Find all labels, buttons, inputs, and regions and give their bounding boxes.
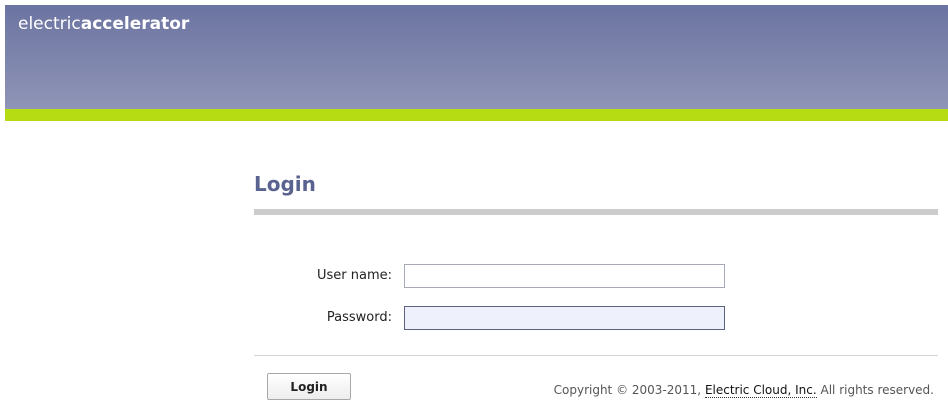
username-input[interactable] xyxy=(404,264,725,288)
login-button[interactable]: Login xyxy=(267,373,351,400)
password-input[interactable] xyxy=(404,306,725,330)
login-page: electricaccelerator Login User name: Pas… xyxy=(0,0,948,400)
copyright-suffix: All rights reserved. xyxy=(816,383,935,397)
brand-logo-light: electric xyxy=(18,14,81,34)
brand-logo: electricaccelerator xyxy=(18,14,189,34)
page-title: Login xyxy=(254,172,316,196)
header-accent-bar xyxy=(5,109,948,121)
company-link[interactable]: Electric Cloud, Inc. xyxy=(704,383,817,398)
copyright-notice: Copyright © 2003-2011, Electric Cloud, I… xyxy=(553,383,935,398)
form-divider xyxy=(254,355,938,356)
copyright-prefix: Copyright © 2003-2011, xyxy=(553,383,705,397)
username-label: User name: xyxy=(316,268,392,283)
title-divider xyxy=(254,209,938,215)
app-header: electricaccelerator xyxy=(5,5,948,109)
brand-logo-bold: accelerator xyxy=(80,14,190,34)
password-label: Password: xyxy=(326,310,392,325)
